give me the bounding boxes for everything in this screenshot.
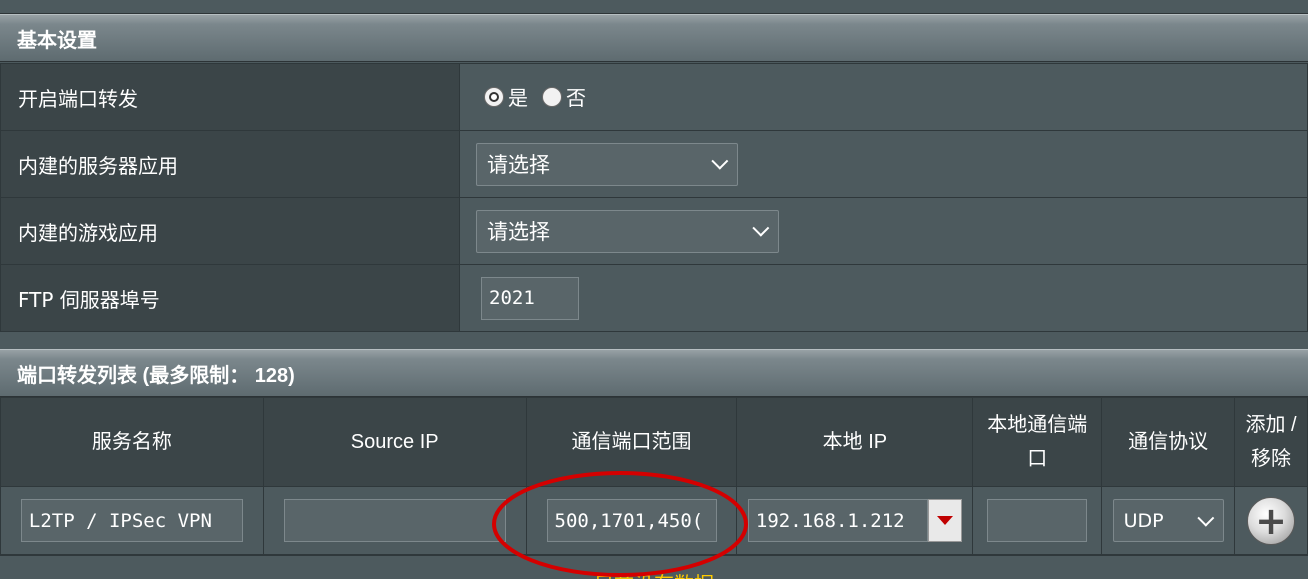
protocol-cell: UDP xyxy=(1101,486,1236,555)
server-app-cell: 请选择 xyxy=(459,130,1308,198)
ftp-port-label: FTP 伺服器埠号 xyxy=(0,264,460,332)
game-app-select[interactable]: 请选择 xyxy=(476,209,779,253)
server-app-select-value: 请选择 xyxy=(487,153,550,177)
port-range-cell: 500,1701,450( xyxy=(525,486,738,555)
table-row: L2TP / IPSec VPN 500,1701,450( 192.168.1… xyxy=(0,486,1308,555)
chevron-down-icon xyxy=(711,152,729,170)
port-forward-toggle-row: 开启端口转发 是 否 xyxy=(0,63,1308,131)
source-ip-cell xyxy=(262,486,527,555)
ftp-port-row: FTP 伺服器埠号 2021 xyxy=(0,264,1308,332)
local-port-input[interactable] xyxy=(987,499,1088,542)
protocol-select-value: UDP xyxy=(1123,509,1164,532)
col-local-port: 本地通信端口 xyxy=(972,397,1103,487)
server-app-select[interactable]: 请选择 xyxy=(476,142,738,186)
port-forward-toggle-label: 开启端口转发 xyxy=(0,63,460,131)
chevron-down-icon xyxy=(752,219,770,237)
local-ip-input[interactable]: 192.168.1.212 xyxy=(747,499,928,542)
local-port-cell xyxy=(972,486,1103,555)
col-local-ip: 本地 IP xyxy=(736,397,974,487)
add-icon[interactable]: + xyxy=(1247,496,1296,545)
caret-down-icon xyxy=(936,516,953,525)
radio-no-icon[interactable] xyxy=(542,86,562,107)
radio-yes-icon[interactable] xyxy=(484,86,504,107)
port-forward-list-header: 端口转发列表 (最多限制： 128) xyxy=(0,349,1308,397)
radio-yes-label: 是 xyxy=(508,86,528,111)
protocol-select[interactable]: UDP xyxy=(1112,499,1224,542)
chevron-down-icon xyxy=(1196,509,1214,527)
server-app-label: 内建的服务器应用 xyxy=(0,130,460,198)
local-ip-dropdown-button[interactable] xyxy=(927,499,962,542)
port-range-input[interactable]: 500,1701,450( xyxy=(546,499,717,542)
game-app-select-value: 请选择 xyxy=(487,220,550,244)
basic-settings-table: 开启端口转发 是 否 内建的服务器应用 请选择 内建的游戏应用 请选择 FTP … xyxy=(0,63,1308,332)
game-app-row: 内建的游戏应用 请选择 xyxy=(0,197,1308,265)
local-ip-cell: 192.168.1.212 xyxy=(736,486,974,555)
top-strip xyxy=(0,0,1308,14)
game-app-cell: 请选择 xyxy=(459,197,1308,265)
radio-option-yes[interactable]: 是 xyxy=(484,82,528,111)
col-service-name: 服务名称 xyxy=(0,397,264,487)
server-app-row: 内建的服务器应用 请选择 xyxy=(0,130,1308,198)
col-protocol: 通信协议 xyxy=(1101,397,1236,487)
ftp-port-input[interactable]: 2021 xyxy=(481,276,579,320)
col-add-remove: 添加 / 移除 xyxy=(1234,397,1308,487)
port-forward-toggle-cell: 是 否 xyxy=(459,63,1308,131)
port-forward-radio-group: 是 否 xyxy=(484,82,600,111)
source-ip-input[interactable] xyxy=(283,499,506,542)
col-source-ip: Source IP xyxy=(262,397,527,487)
radio-option-no[interactable]: 否 xyxy=(542,82,586,111)
game-app-label: 内建的游戏应用 xyxy=(0,197,460,265)
radio-no-label: 否 xyxy=(566,86,586,111)
basic-settings-header: 基本设置 xyxy=(0,14,1308,62)
no-data-text: 目前没有数据 xyxy=(594,568,714,579)
port-forward-list-table: 服务名称 Source IP 通信端口范围 本地 IP 本地通信端口 通信协议 … xyxy=(0,397,1308,555)
service-name-cell: L2TP / IPSec VPN xyxy=(0,486,264,555)
ftp-port-cell: 2021 xyxy=(459,264,1308,332)
add-remove-cell: + xyxy=(1234,486,1308,555)
list-header-row: 服务名称 Source IP 通信端口范围 本地 IP 本地通信端口 通信协议 … xyxy=(0,397,1308,487)
service-name-input[interactable]: L2TP / IPSec VPN xyxy=(20,499,243,542)
col-port-range: 通信端口范围 xyxy=(525,397,738,487)
